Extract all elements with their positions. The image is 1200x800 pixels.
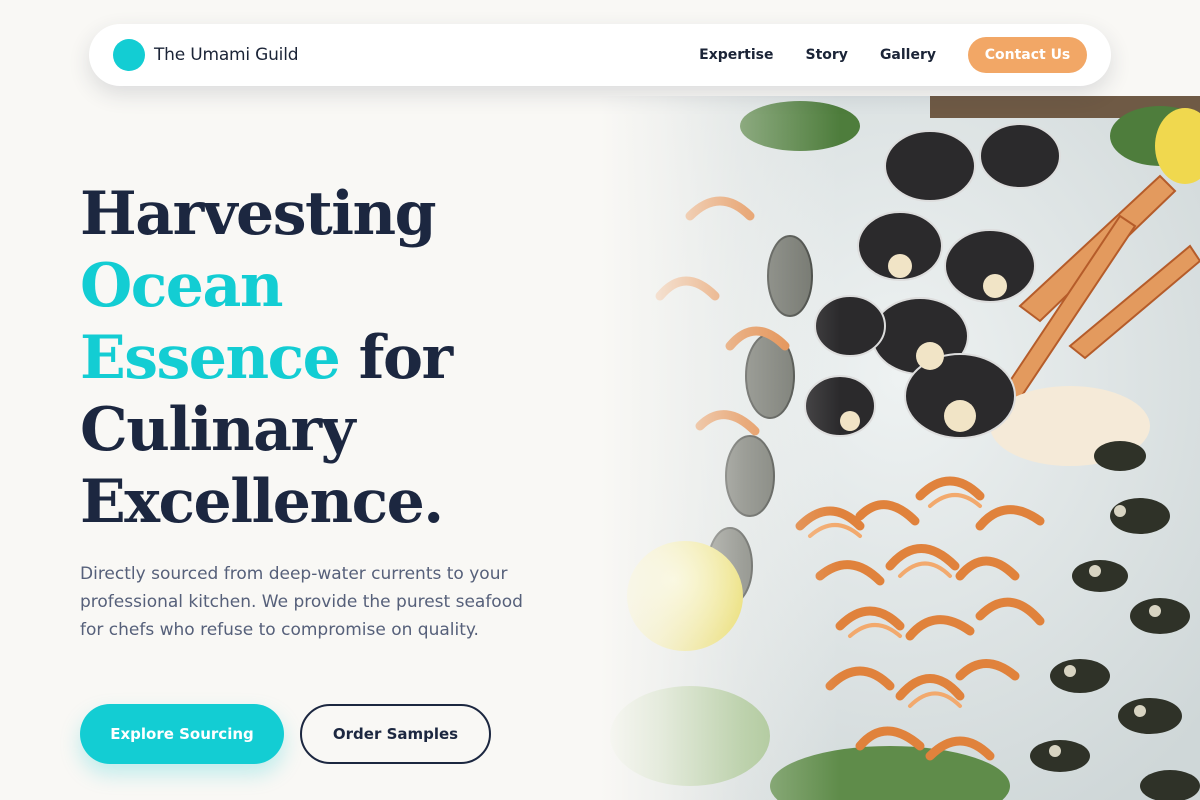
hero-heading: Harvesting Ocean Essence for Culinary Excell… [80, 178, 620, 538]
hero-heading-accent-ocean: Ocean [80, 251, 283, 321]
hero-description: Directly sourced from deep-water current… [80, 564, 523, 640]
nav-link-gallery[interactable]: Gallery [880, 47, 936, 63]
contact-us-button[interactable]: Contact Us [968, 37, 1087, 73]
hero-seafood-image [600, 96, 1200, 800]
nav-link-expertise[interactable]: Expertise [699, 47, 773, 63]
brand-name: The Umami Guild [154, 45, 299, 65]
hero-heading-accent-essence: Essence [80, 323, 341, 393]
hero-heading-line5: Excellence. [80, 467, 444, 537]
hero-heading-line4: Culinary [80, 395, 355, 465]
order-samples-button[interactable]: Order Samples [300, 704, 491, 764]
nav-links: Expertise Story Gallery Contact Us [699, 37, 1087, 73]
nav-link-story[interactable]: Story [806, 47, 848, 63]
brand-logo-icon [113, 39, 145, 71]
brand[interactable]: The Umami Guild [113, 39, 299, 71]
explore-sourcing-button[interactable]: Explore Sourcing [80, 704, 284, 764]
hero-heading-line1: Harvesting [80, 179, 437, 249]
hero-heading-for: for [339, 323, 453, 393]
top-navbar: The Umami Guild Expertise Story Gallery … [89, 24, 1111, 86]
